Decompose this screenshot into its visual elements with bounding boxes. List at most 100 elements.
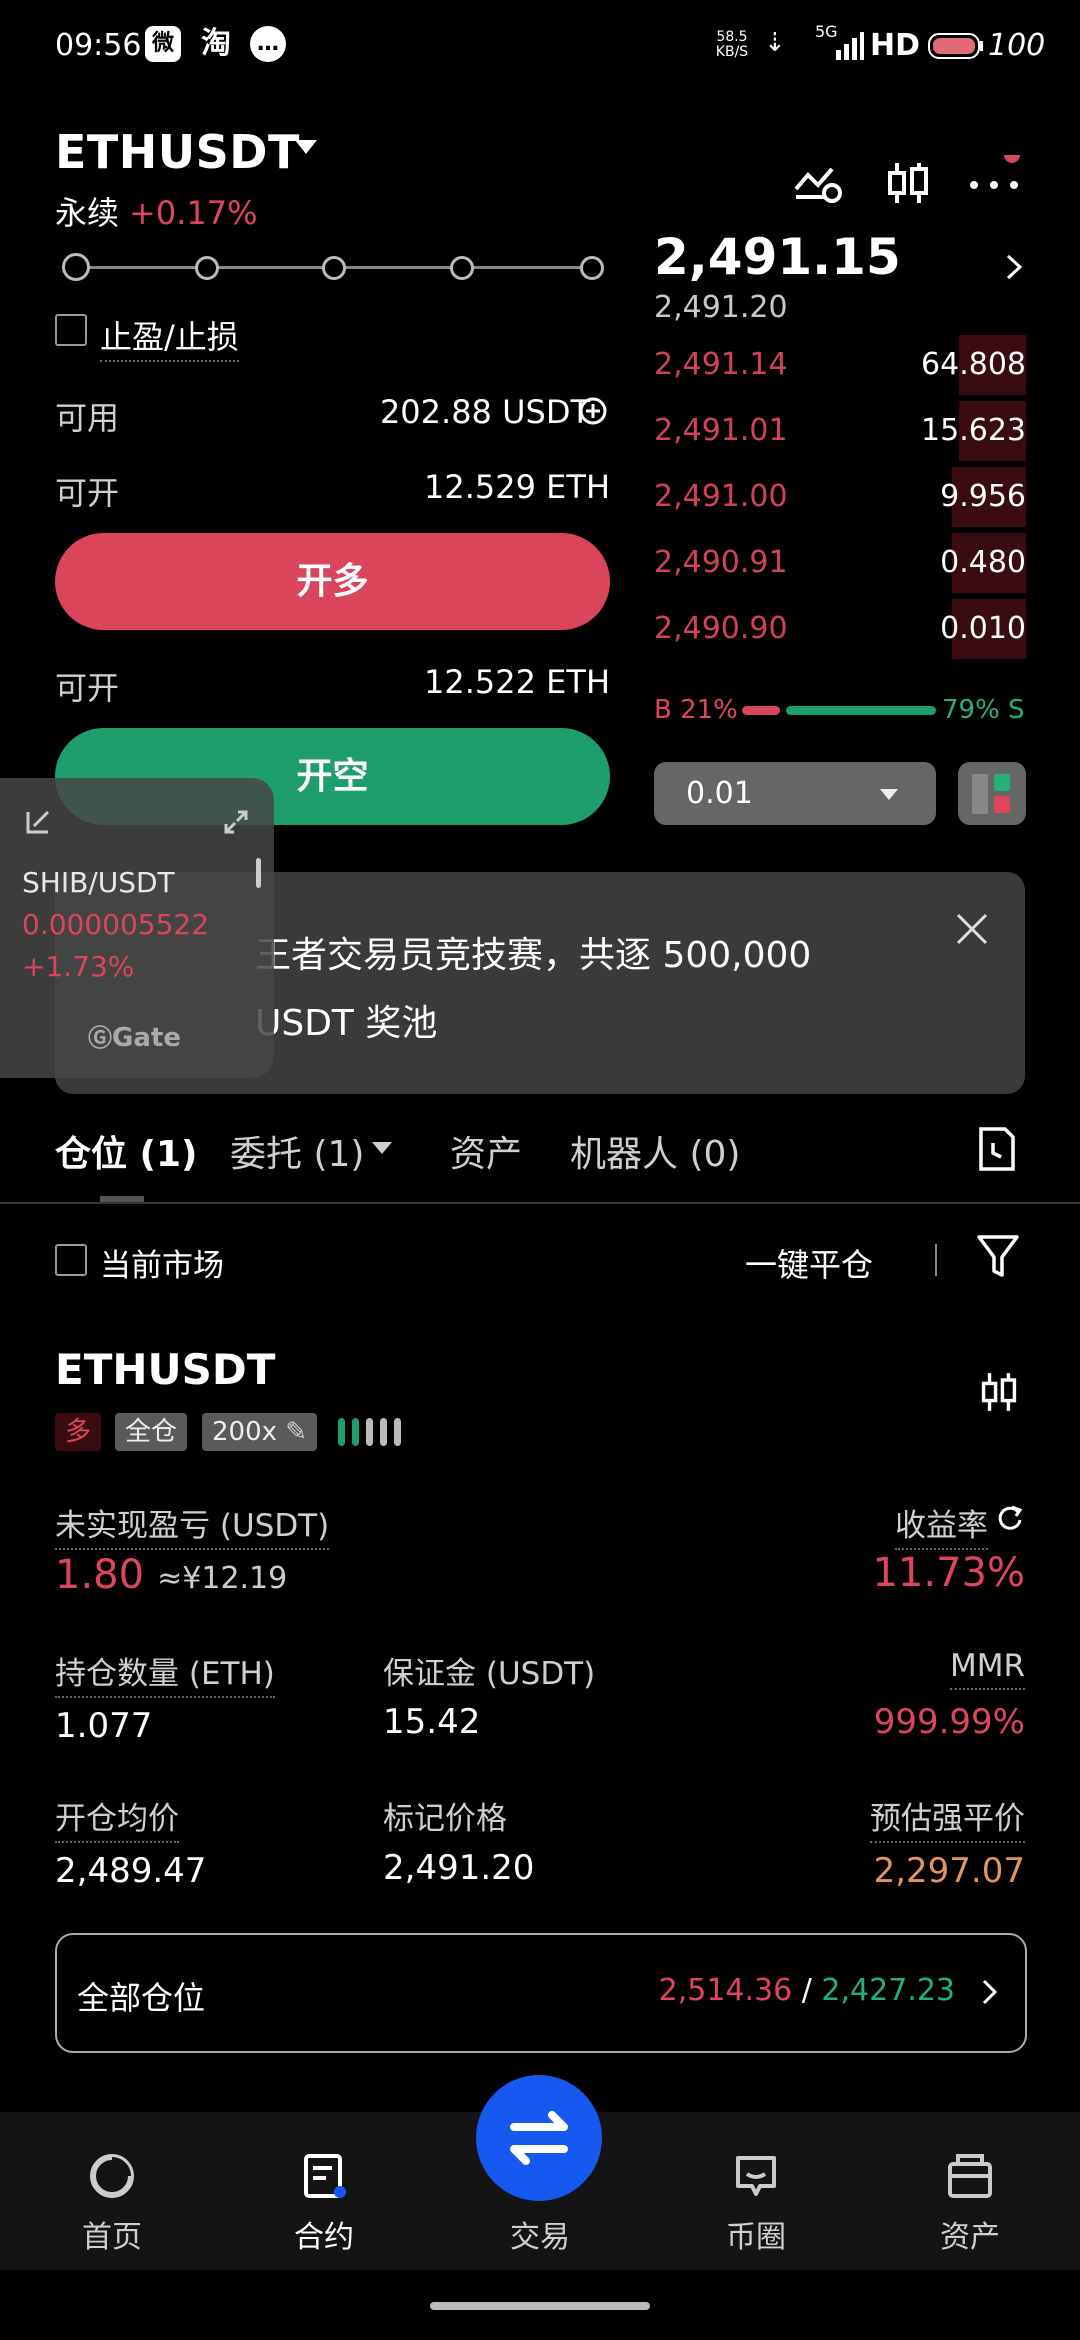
ask-row[interactable]: 2,490.91 0.480 <box>654 533 1026 593</box>
floater-change: +1.73% <box>22 950 135 983</box>
mark-value: 2,491.20 <box>383 1848 535 1888</box>
candlestick-icon[interactable] <box>975 1368 1023 1420</box>
leverage-badge[interactable]: 200x ✎ <box>202 1413 318 1451</box>
risk-segment <box>352 1418 359 1446</box>
chevron-right-icon[interactable] <box>1004 252 1024 286</box>
ask-row[interactable]: 2,491.00 9.956 <box>654 467 1026 527</box>
filter-divider <box>935 1244 937 1276</box>
ask-qty: 9.956 <box>940 479 1026 514</box>
slider-stop-25[interactable] <box>195 256 219 280</box>
close-icon[interactable] <box>955 912 989 950</box>
slider-stop-100[interactable] <box>580 256 604 280</box>
risk-segment <box>366 1418 373 1446</box>
open-long-button[interactable]: 开多 <box>55 533 610 630</box>
edit-icon[interactable]: ✎ <box>285 1413 307 1451</box>
depth-step-select[interactable]: 0.01 <box>654 762 936 825</box>
book-layout-button[interactable] <box>958 762 1026 825</box>
all-positions-row[interactable]: 全部仓位 2,514.36 / 2,427.23 <box>55 1933 1027 2053</box>
ask-row[interactable]: 2,490.90 0.010 <box>654 599 1026 659</box>
margin-mode-badge: 全仓 <box>115 1413 188 1451</box>
nav-futures[interactable]: 合约 <box>216 2112 432 2270</box>
ask-row[interactable]: 2,491.01 15.623 <box>654 401 1026 461</box>
add-funds-icon[interactable] <box>578 396 608 430</box>
leverage-value: 200x <box>212 1417 278 1447</box>
gate-logo-text: Gate <box>112 1023 181 1053</box>
size-label[interactable]: 持仓数量 (ETH) <box>55 1656 275 1698</box>
history-icon[interactable] <box>975 1125 1019 1177</box>
ask-price: 2,490.90 <box>654 611 788 646</box>
ask-qty: 15.623 <box>921 413 1026 448</box>
chevron-down-icon <box>880 789 898 800</box>
floating-ticker[interactable]: SHIB/USDT 0.000005522 +1.73% ⒼGate <box>0 778 274 1078</box>
weibo-icon: 微 <box>145 26 181 62</box>
wechat-icon: … <box>250 26 286 62</box>
roe-label[interactable]: 收益率 <box>895 1508 988 1550</box>
pair-title[interactable]: ETHUSDT <box>55 125 300 179</box>
expand-icon[interactable] <box>222 808 250 840</box>
ask-row[interactable]: 2,491.14 64.808 <box>654 335 1026 395</box>
swap-icon <box>510 2111 568 2165</box>
open-long-value: 12.529 ETH <box>424 468 610 506</box>
community-icon <box>732 2152 780 2200</box>
shrink-icon[interactable] <box>24 808 52 840</box>
position-symbol[interactable]: ETHUSDT <box>55 1345 275 1394</box>
entry-label[interactable]: 开仓均价 <box>55 1801 179 1843</box>
gate-logo-icon: Ⓖ <box>88 1024 112 1052</box>
battery-icon <box>928 32 984 67</box>
trade-fab[interactable] <box>476 2075 602 2201</box>
sell-ratio-bar <box>786 706 936 715</box>
home-indicator <box>430 2302 650 2310</box>
nav-community[interactable]: 币圈 <box>648 2112 864 2270</box>
pnl-cny: ≈¥12.19 <box>157 1561 288 1596</box>
more-icon[interactable] <box>968 147 1024 211</box>
nav-trade-label: 交易 <box>510 2220 570 2255</box>
filter-icon[interactable] <box>976 1233 1020 1283</box>
price-alert-icon[interactable] <box>790 155 846 211</box>
tabs-divider <box>0 1202 1080 1204</box>
current-market-checkbox[interactable] <box>55 1244 87 1276</box>
sell-ratio: 79% S <box>942 695 1025 725</box>
slider-stop-75[interactable] <box>450 256 474 280</box>
floater-scrollbar <box>256 858 261 888</box>
close-all-button[interactable]: 一键平仓 <box>745 1240 873 1286</box>
tab-assets[interactable]: 资产 <box>450 1125 522 1177</box>
buy-ratio-bar <box>742 706 780 715</box>
pnl-label[interactable]: 未实现盈亏 (USDT) <box>55 1508 330 1550</box>
nav-home[interactable]: 首页 <box>4 2112 220 2270</box>
net-speed: 58.5 KB/S <box>715 29 749 60</box>
size-value: 1.077 <box>55 1706 153 1746</box>
home-icon <box>88 2152 136 2200</box>
current-market-label[interactable]: 当前市场 <box>100 1240 224 1285</box>
pnl-block: 1.80 ≈¥12.19 <box>55 1552 287 1598</box>
buy-ratio: B 21% <box>654 695 738 725</box>
refresh-icon[interactable] <box>996 1504 1024 1536</box>
candlestick-icon[interactable] <box>880 155 936 211</box>
tab-positions[interactable]: 仓位 (1) <box>55 1125 198 1177</box>
liq-label[interactable]: 预估强平价 <box>870 1801 1025 1843</box>
tab-orders[interactable]: 委托 (1) <box>230 1125 364 1177</box>
open-short-value: 12.522 ETH <box>424 663 610 701</box>
gate-logo: ⒼGate <box>88 1018 181 1053</box>
tpsl-label[interactable]: 止盈/止损 <box>100 318 239 362</box>
wifi-icon: ⇣ <box>764 28 786 58</box>
ask-price: 2,491.00 <box>654 479 788 514</box>
sl-price: 2,427.23 <box>821 1973 955 2008</box>
side-badge: 多 <box>55 1413 102 1451</box>
nav-assets[interactable]: 资产 <box>862 2112 1078 2270</box>
status-time: 09:56 <box>55 28 142 63</box>
roe-value: 11.73% <box>872 1550 1025 1596</box>
chevron-right-icon <box>981 1977 999 2011</box>
ask-qty: 0.010 <box>940 611 1026 646</box>
chevron-down-icon[interactable] <box>295 140 317 154</box>
mmr-label[interactable]: MMR <box>949 1648 1025 1690</box>
slider-stop-50[interactable] <box>322 256 346 280</box>
mark-price: 2,491.20 <box>654 290 788 325</box>
tpsl-checkbox[interactable] <box>55 314 87 346</box>
pnl-value: 1.80 <box>55 1552 145 1598</box>
signal-icon <box>836 30 864 68</box>
tab-bots[interactable]: 机器人 (0) <box>570 1125 740 1177</box>
signal-label: 5G <box>815 22 838 41</box>
taobao-icon: 淘 <box>201 26 231 61</box>
chevron-down-icon[interactable] <box>372 1142 392 1154</box>
slider-stop-0[interactable] <box>62 253 90 281</box>
